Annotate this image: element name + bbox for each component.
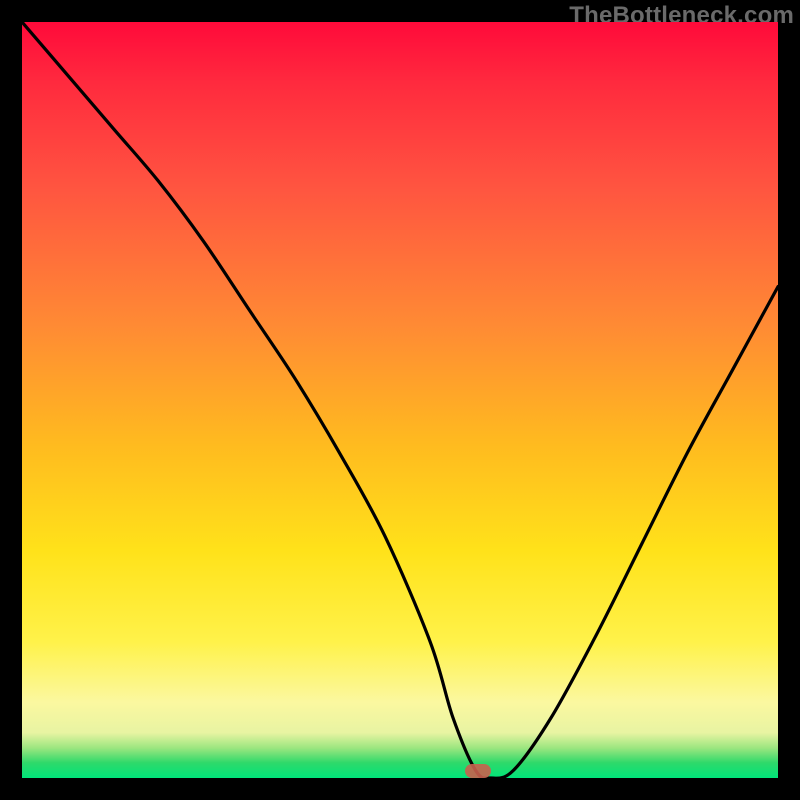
chart-frame: TheBottleneck.com [0,0,800,800]
bottleneck-curve [22,22,778,778]
plot-area [22,22,778,778]
optimum-marker [465,764,491,778]
